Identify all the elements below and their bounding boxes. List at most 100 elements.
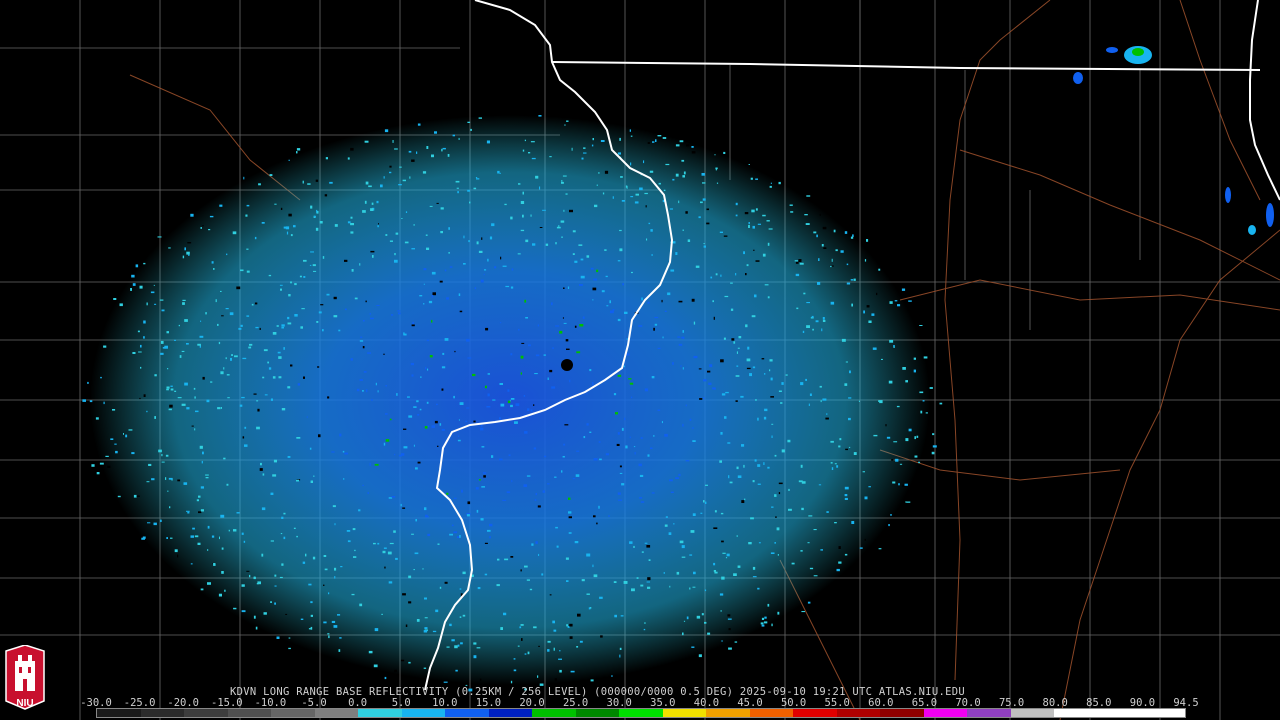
echo-speckle	[376, 305, 380, 306]
echo-speckle	[510, 556, 514, 558]
echo-speckle	[789, 204, 793, 206]
echo-speckle	[130, 288, 132, 291]
echo-speckle	[530, 409, 533, 412]
echo-speckle	[167, 368, 169, 370]
echo-speckle	[863, 310, 865, 314]
echo-speckle	[369, 462, 371, 466]
echo-speckle	[444, 338, 449, 341]
echo-speckle	[187, 242, 192, 244]
echo-speckle	[669, 479, 673, 482]
echo-speckle	[821, 244, 824, 247]
echo-speckle	[686, 616, 689, 620]
echo-speckle	[748, 164, 750, 165]
echo-speckle	[748, 222, 750, 225]
echo-speckle	[889, 339, 894, 343]
echo-speckle	[523, 395, 526, 397]
echo-speckle	[310, 480, 313, 483]
echo-speckle	[213, 268, 215, 270]
echo-speckle	[615, 412, 618, 415]
echo-speckle	[533, 626, 537, 629]
echo-speckle	[598, 505, 600, 509]
echo-speckle	[384, 566, 386, 569]
echo-speckle	[318, 434, 321, 438]
echo-speckle	[169, 404, 173, 408]
echo-speckle	[838, 546, 841, 549]
echo-speckle	[454, 645, 458, 649]
echo-speckle	[809, 567, 814, 570]
echo-speckle	[388, 497, 393, 499]
echo-speckle	[362, 390, 364, 392]
echo-speckle	[720, 274, 722, 277]
echo-speckle	[650, 229, 653, 232]
echo-speckle	[287, 456, 291, 458]
echo-speckle	[524, 565, 528, 568]
echo-speckle	[384, 129, 389, 133]
echo-speckle	[682, 423, 684, 427]
echo-speckle	[281, 324, 285, 327]
echo-speckle	[343, 478, 345, 480]
echo-speckle	[830, 301, 835, 305]
echo-speckle	[619, 472, 623, 474]
echo-speckle	[262, 473, 265, 476]
echo-speckle	[350, 216, 353, 219]
echo-speckle	[497, 170, 500, 174]
echo-speckle	[310, 626, 313, 630]
echo-speckle	[845, 361, 848, 363]
echo-speckle	[236, 512, 240, 514]
echo-speckle	[850, 279, 854, 281]
echo-speckle	[714, 154, 716, 156]
echo-speckle	[549, 156, 552, 158]
echo-speckle	[302, 561, 306, 564]
echo-speckle	[95, 417, 99, 420]
echo-speckle	[580, 258, 584, 261]
radar-map[interactable]	[0, 0, 1280, 720]
echo-speckle	[484, 269, 487, 271]
echo-speckle	[207, 582, 211, 585]
echo-speckle	[893, 346, 895, 348]
echo-speckle	[624, 311, 628, 314]
colorbar-segment	[662, 709, 707, 717]
echo-speckle	[562, 175, 567, 177]
echo-speckle	[760, 622, 764, 625]
echo-speckle	[844, 486, 849, 490]
echo-speckle	[561, 180, 563, 182]
echo-speckle	[538, 115, 542, 117]
echo-speckle	[745, 324, 748, 328]
echo-speckle	[740, 395, 744, 398]
echo-speckle	[243, 176, 245, 180]
echo-speckle	[787, 439, 791, 443]
echo-speckle	[383, 176, 385, 179]
echo-speckle	[207, 549, 209, 551]
echo-speckle	[411, 324, 415, 327]
echo-speckle	[878, 268, 881, 271]
echo-speckle	[246, 570, 250, 572]
echo-speckle	[394, 669, 397, 673]
echo-speckle	[807, 542, 810, 544]
echo-speckle	[478, 479, 481, 481]
echo-speckle	[270, 398, 273, 401]
echo-speckle	[663, 189, 666, 191]
echo-speckle	[499, 458, 503, 461]
echo-speckle	[236, 286, 241, 290]
echo-speckle	[423, 283, 425, 285]
echo-speckle	[424, 507, 427, 511]
echo-speckle	[806, 195, 811, 197]
colorbar-segment	[1141, 709, 1185, 717]
echo-speckle	[590, 679, 594, 682]
echo-speckle	[196, 499, 199, 502]
echo-speckle	[568, 511, 572, 514]
echo-speckle	[918, 461, 921, 464]
echo-speckle	[320, 304, 324, 306]
echo-speckle	[592, 564, 594, 568]
echo-speckle	[846, 282, 851, 285]
echo-speckle	[522, 149, 525, 152]
echo-speckle	[313, 216, 316, 218]
echo-speckle	[194, 535, 199, 538]
echo-speckle	[342, 450, 345, 453]
echo-speckle	[333, 625, 338, 628]
echo-speckle	[431, 319, 433, 323]
echo-speckle	[803, 292, 806, 295]
echo-speckle	[232, 231, 237, 235]
echo-speckle	[449, 533, 453, 536]
echo-speckle	[487, 529, 491, 532]
